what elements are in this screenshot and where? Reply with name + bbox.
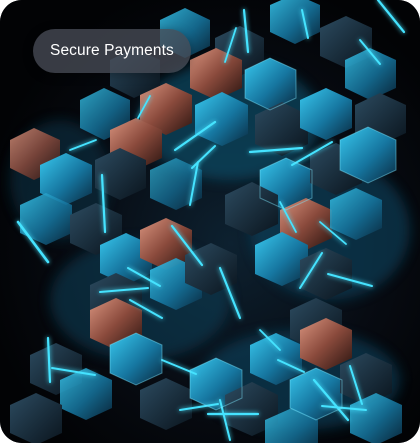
hero-card: Secure Payments	[0, 0, 420, 443]
secure-payments-badge: Secure Payments	[33, 29, 191, 73]
badge-label: Secure Payments	[50, 42, 174, 59]
